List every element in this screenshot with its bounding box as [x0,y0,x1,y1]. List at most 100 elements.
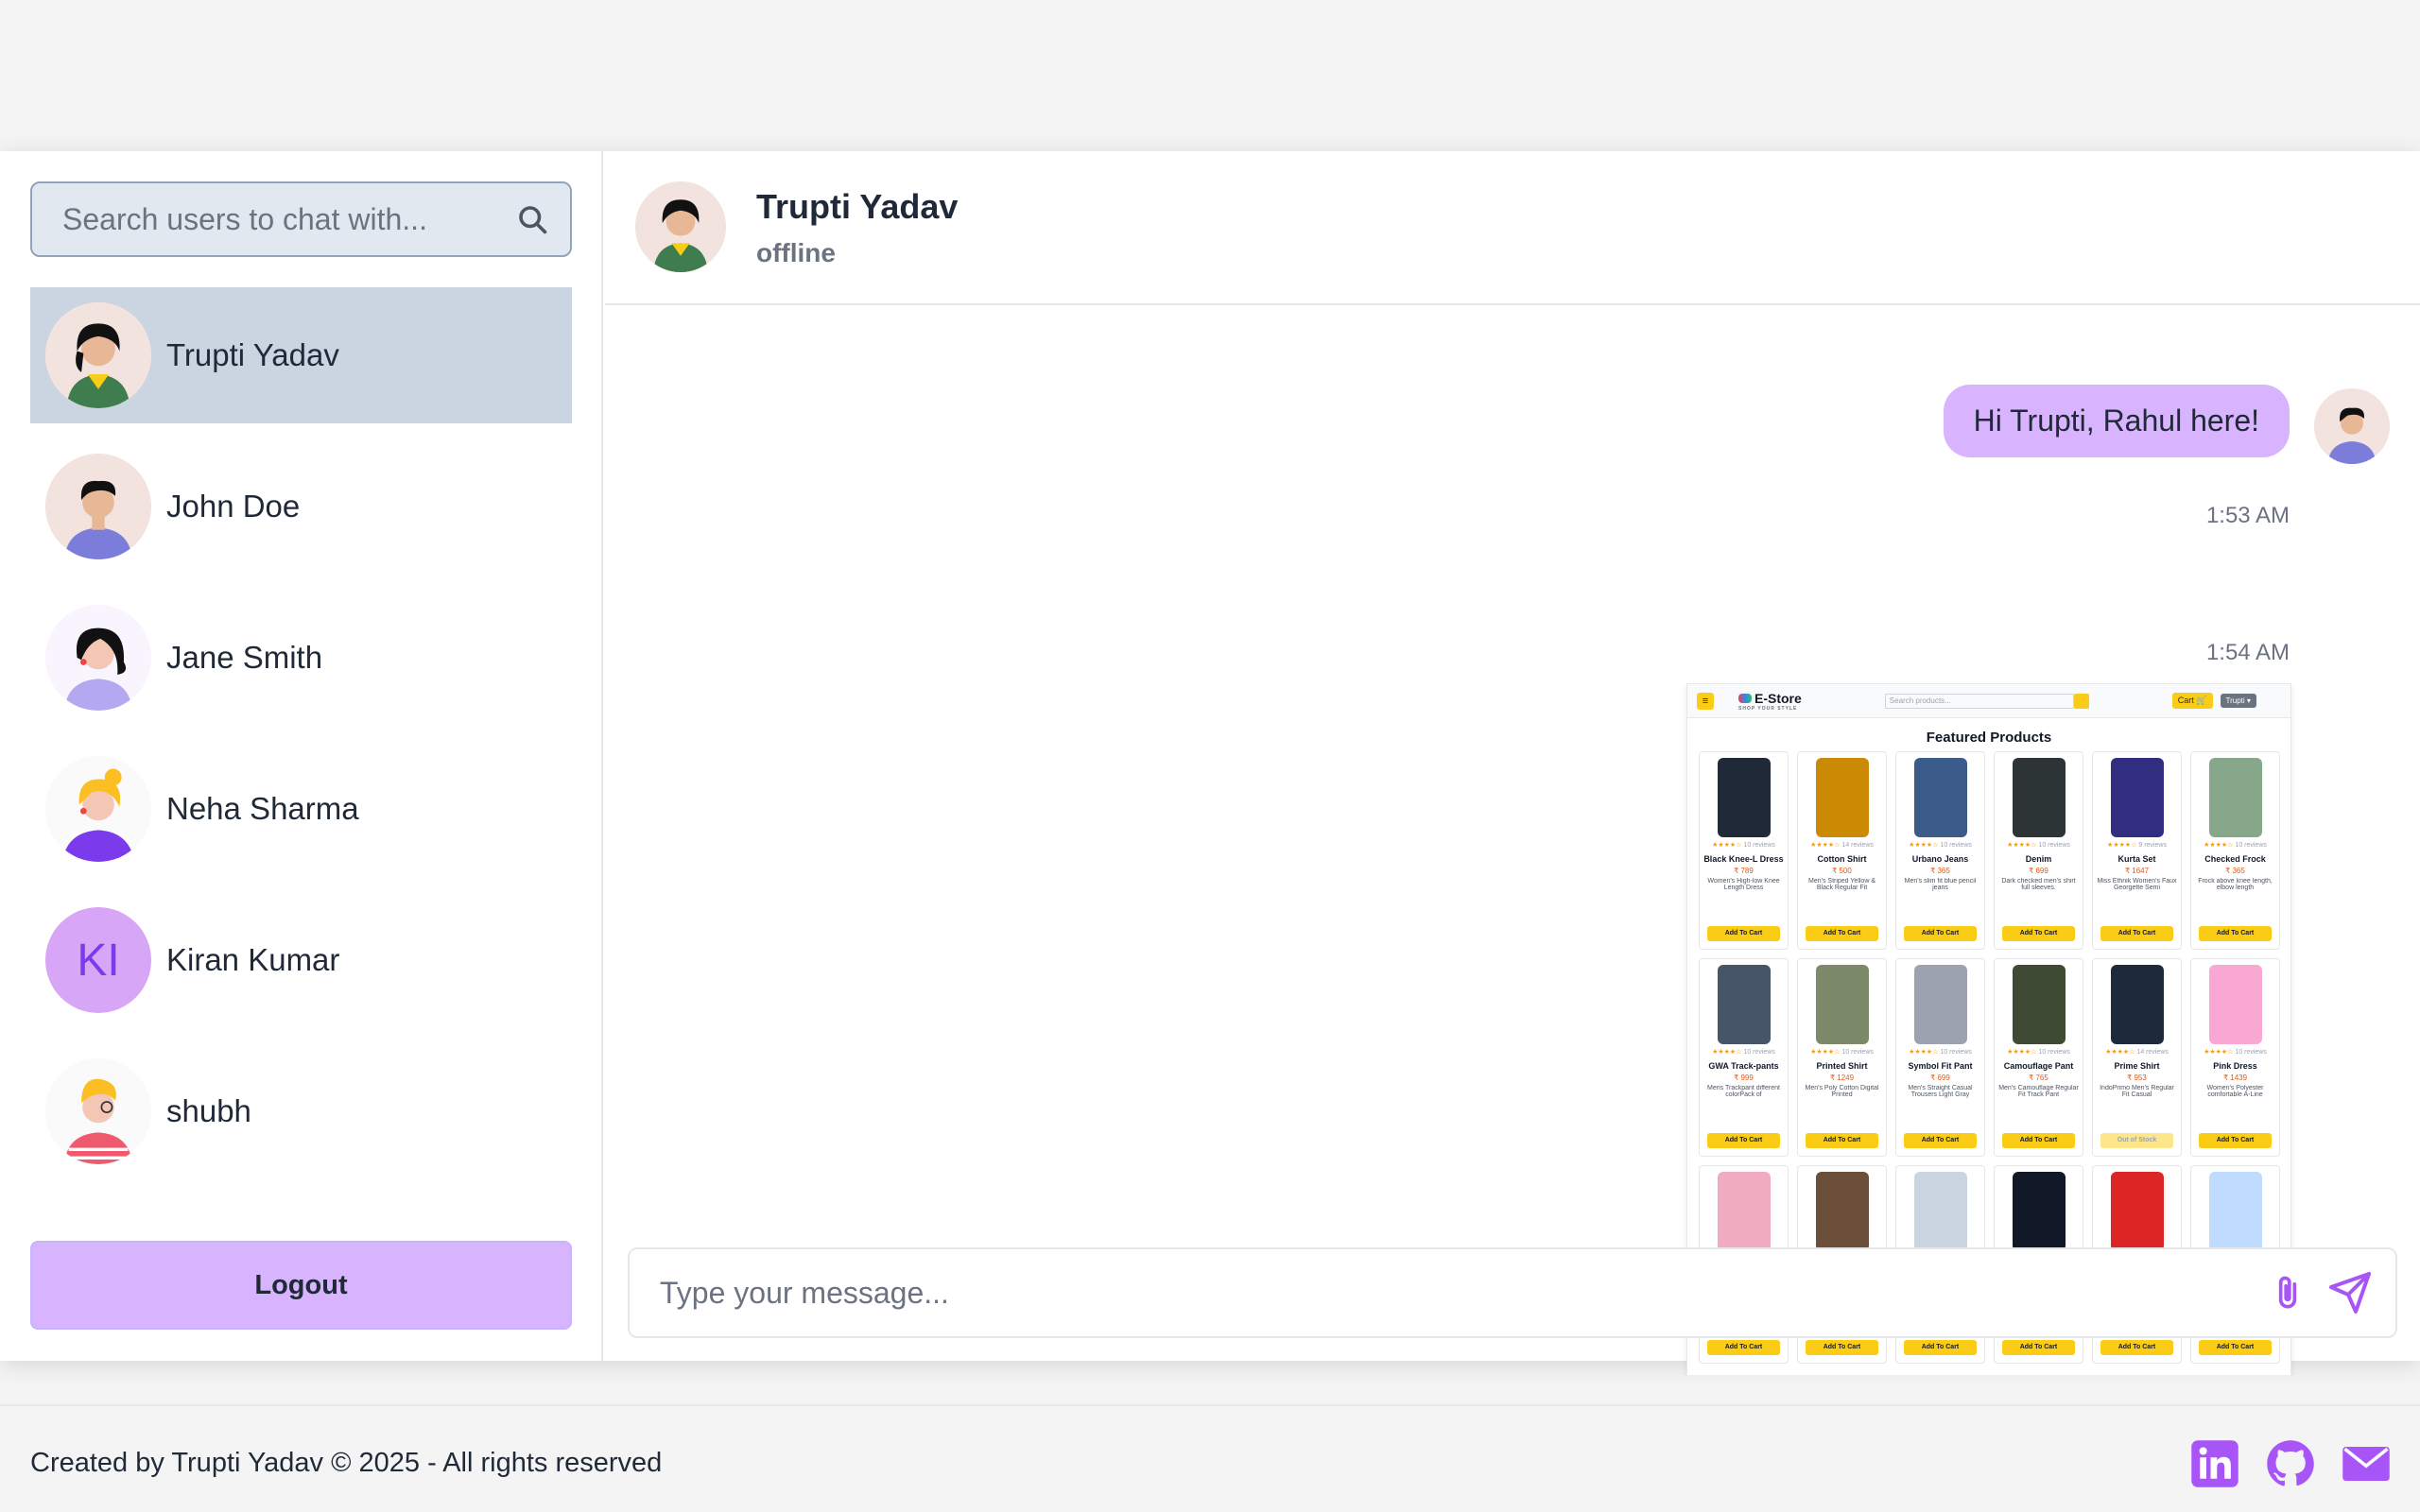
product-price: ₹ 1647 [2124,867,2150,875]
product-image [1815,965,1869,1044]
product-description: Dark checked men's shirt full sleeves. [2001,878,2076,891]
user-name: John Doe [166,489,301,524]
product-card: ★★★★☆ 10 reviews Symbol Fit Pant ₹ 699 Men'… [1895,958,1985,1157]
estore-brand: E-Store SHOP YOUR STYLE [1738,690,1802,712]
product-card: ★★★★☆ 14 reviews Cotton Shirt ₹ 500 Men's S… [1797,751,1887,950]
female-avatar-icon [635,181,726,272]
chat-contact-name: Trupti Yadav [756,187,959,226]
product-card: ★★★★☆ 10 reviews Printed Shirt ₹ 1249 Men's… [1797,958,1887,1157]
add-to-cart-button: Add To Cart [2100,926,2173,941]
add-to-cart-button: Add To Cart [1904,926,1977,941]
product-rating: ★★★★☆ 10 reviews [1909,1049,1972,1056]
linkedin-icon[interactable] [2189,1438,2240,1489]
male-avatar-icon [45,1058,151,1164]
product-price: ₹ 1249 [1829,1074,1855,1082]
message-timestamp: 1:54 AM [2205,640,2290,665]
user-item-kiran-kumar[interactable]: KI Kiran Kumar [30,892,572,1028]
product-card: ★★★★☆ 14 reviews Prime Shirt ₹ 953 IndoPrim… [2092,958,2182,1157]
avatar [45,1058,151,1164]
product-image [1717,758,1771,837]
male-avatar-icon [2314,388,2390,464]
product-description: Miss Ethnik Women's Faux Georgette Semi [2097,878,2177,891]
product-image [2110,758,2164,837]
female-avatar-icon [45,302,151,408]
add-to-cart-button: Add To Cart [2100,1340,2173,1355]
product-price: ₹ 365 [1930,867,1950,875]
product-image [2208,758,2262,837]
user-name: Jane Smith [166,640,323,675]
user-search-input[interactable] [34,185,488,253]
user-list: Trupti Yadav John Doe Jane Smith Neha Sh… [30,287,572,1194]
product-price: ₹ 365 [2225,867,2245,875]
add-to-cart-button: Add To Cart [1707,1133,1780,1148]
product-rating: ★★★★☆ 10 reviews [1712,842,1775,849]
chat-panel: Trupti Yadav offline 1:53 AM Hi Trupti, … [605,151,2420,1375]
add-to-cart-button: Add To Cart [1904,1340,1977,1355]
product-image [1913,1172,1967,1251]
product-card: ★★★★☆ 10 reviews GWA Track-pants ₹ 999 Mens… [1699,958,1789,1157]
estore-search-icon [2073,693,2089,709]
male-avatar-icon [45,454,151,559]
product-price: ₹ 500 [1832,867,1852,875]
avatar [45,454,151,559]
product-name: Checked Frock [2204,854,2266,864]
search-icon[interactable] [515,202,549,236]
product-image [1717,965,1771,1044]
avatar [45,302,151,408]
user-name: shubh [166,1093,251,1128]
user-item-jane-smith[interactable]: Jane Smith [30,590,572,726]
product-description: Women's High-low Knee Length Dress [1707,878,1780,891]
product-card: ★★★★☆ 10 reviews Camouflage Pant ₹ 765 Men'… [1994,958,2083,1157]
mail-icon[interactable] [2341,1438,2392,1489]
product-image [2110,1172,2164,1251]
sender-avatar [2314,388,2390,464]
message-bubble: Hi Trupti, Rahul here! [1943,385,2290,457]
female-avatar-icon [45,756,151,862]
product-rating: ★★★★☆ 10 reviews [1909,842,1972,849]
message-composer [628,1247,2397,1338]
user-search-box [30,181,572,257]
product-name: GWA Track-pants [1708,1061,1779,1071]
avatar [45,605,151,711]
add-to-cart-button: Add To Cart [1806,1340,1878,1355]
chat-app: Trupti Yadav John Doe Jane Smith Neha Sh… [0,151,2420,1375]
product-image [2012,965,2066,1044]
paperclip-icon[interactable] [2267,1270,2308,1315]
product-rating: ★★★★☆ 10 reviews [2204,842,2267,849]
product-image [1913,965,1967,1044]
product-rating: ★★★★☆ 10 reviews [2007,1049,2070,1056]
estore-navbar: ≡ E-Store SHOP YOUR STYLE Search products… [1687,684,2290,718]
product-image [2110,965,2164,1044]
product-name: Black Knee-L Dress [1703,854,1784,864]
product-rating: ★★★★☆ 9 reviews [2107,842,2167,849]
user-name: Trupti Yadav [166,337,339,372]
add-to-cart-button: Add To Cart [2002,926,2075,941]
user-item-shubh[interactable]: shubh [30,1043,572,1179]
send-icon[interactable] [2325,1270,2375,1315]
product-price: ₹ 1439 [2222,1074,2248,1082]
product-card: ★★★★☆ 9 reviews Kurta Set ₹ 1647 Miss Ethni… [2092,751,2182,950]
hamburger-menu-icon: ≡ [1697,692,1714,710]
user-item-neha-sharma[interactable]: Neha Sharma [30,741,572,877]
product-card: ★★★★☆ 10 reviews Black Knee-L Dress ₹ 789 W… [1699,751,1789,950]
github-icon[interactable] [2265,1438,2316,1489]
product-image [2208,965,2262,1044]
logout-button[interactable]: Logout [30,1241,572,1330]
avatar-initials: KI [77,935,120,986]
estore-section-title: Featured Products [1926,730,2052,746]
product-name: Kurta Set [2118,854,2156,864]
add-to-cart-button: Out of Stock [2100,1133,2173,1148]
product-description: Men's Straight Casual Trousers Light Gra… [1908,1085,1973,1098]
message-input[interactable] [631,1251,2238,1334]
add-to-cart-button: Add To Cart [1707,1340,1780,1355]
add-to-cart-button: Add To Cart [2199,926,2272,941]
avatar: KI [45,907,151,1013]
product-image [2012,758,2066,837]
user-name: Kiran Kumar [166,942,340,977]
user-item-trupti-yadav[interactable]: Trupti Yadav [30,287,572,423]
user-item-john-doe[interactable]: John Doe [30,438,572,575]
add-to-cart-button: Add To Cart [1806,1133,1878,1148]
estore-search-input: Search products... [1884,693,2074,709]
product-rating: ★★★★☆ 10 reviews [1712,1049,1775,1056]
product-rating: ★★★★☆ 14 reviews [1810,842,1874,849]
